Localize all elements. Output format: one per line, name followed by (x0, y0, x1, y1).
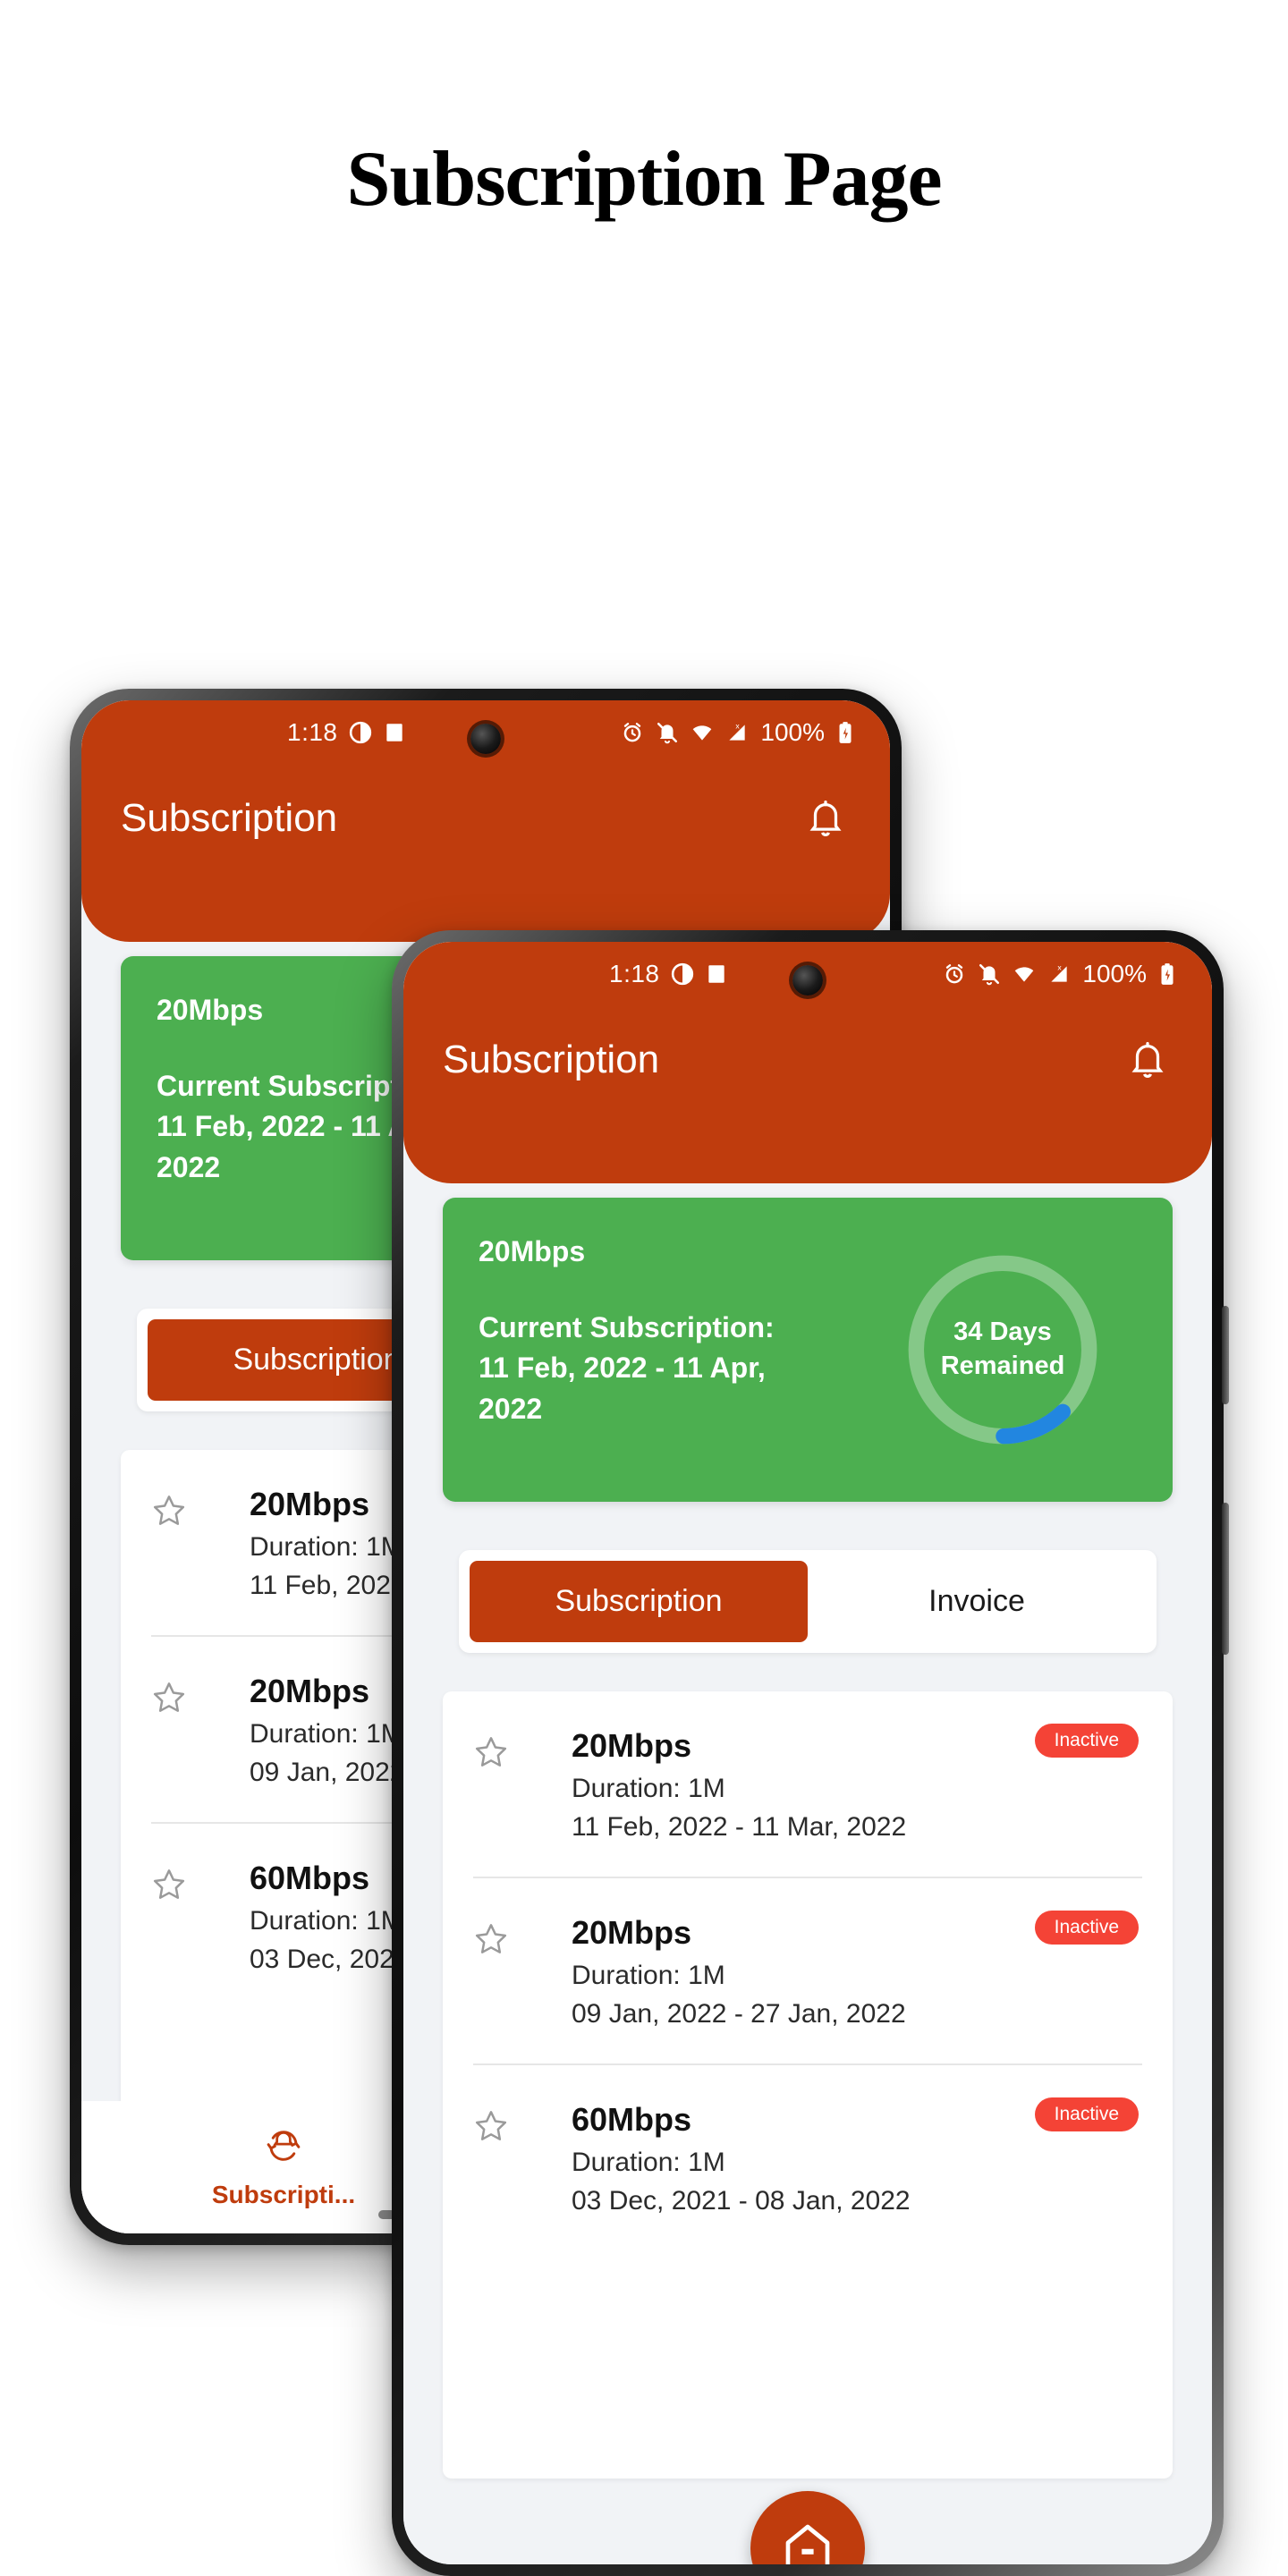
summary-speed-front: 20Mbps (479, 1235, 586, 1267)
bell-icon[interactable] (801, 793, 851, 843)
star-outline-icon[interactable] (151, 1860, 250, 1902)
status-badge: Inactive (1034, 2097, 1139, 2132)
app-bar-back: Subscription (81, 765, 890, 872)
notifications-off-icon (656, 721, 679, 744)
appbar-container-back: 1:18 x 100% Subscription (81, 700, 890, 942)
progress-ring-container-front: 34 Days Remained (869, 1246, 1137, 1453)
tab-invoice-front[interactable]: Invoice (808, 1561, 1146, 1642)
row-duration: Duration: 1M (572, 2148, 725, 2178)
nav-label-subscription: Subscripti... (211, 2180, 356, 2208)
ring-label-front: 34 Days Remained (899, 1246, 1106, 1453)
subscription-renew-icon (264, 2126, 303, 2172)
app-bar-title-back: Subscription (121, 796, 338, 840)
bell-icon[interactable] (1123, 1035, 1173, 1085)
table-row[interactable]: 60Mbps Duration: 1M 03 Dec, 2021 - 08 Ja… (473, 2065, 1142, 2250)
screenshot-icon (705, 962, 728, 986)
star-outline-icon[interactable] (473, 1914, 572, 1957)
star-outline-icon[interactable] (473, 2101, 572, 2144)
svg-text:x: x (1058, 963, 1063, 972)
row-duration: Duration: 1M (572, 1961, 725, 1991)
wifi-icon (691, 721, 714, 744)
screenshot-icon (383, 721, 406, 744)
camera-punch-hole-back (470, 724, 501, 754)
days-remained-ring-front: 34 Days Remained (899, 1246, 1106, 1453)
star-outline-icon[interactable] (473, 1727, 572, 1770)
summary-label-line1-front: Current Subscription: (479, 1311, 775, 1343)
signal-off-icon: x (1047, 962, 1071, 986)
subscription-list-front: 20Mbps Duration: 1M 11 Feb, 2022 - 11 Ma… (443, 1691, 1173, 2479)
status-bar-left-back: 1:18 (287, 718, 406, 747)
signal-off-icon: x (725, 721, 749, 744)
alarm-icon (621, 721, 644, 744)
star-outline-icon[interactable] (151, 1486, 250, 1529)
svg-text:x: x (736, 722, 741, 731)
summary-label-line3-front: 2022 (479, 1392, 543, 1425)
status-badge: Inactive (1034, 1724, 1139, 1758)
ring-remained-front: Remained (940, 1352, 1065, 1380)
notifications-off-icon (978, 962, 1001, 986)
app-screen-front: 1:18 x 100% Subscription 20Mbps Current … (403, 942, 1212, 2564)
status-bar-back: 1:18 x 100% (81, 700, 890, 765)
row-duration: Duration: 1M (572, 1774, 725, 1803)
appbar-container-front: 1:18 x 100% Subscription (403, 942, 1212, 1183)
tab-bar-front: Subscription Invoice (459, 1550, 1157, 1653)
ring-days-front: 34 Days (953, 1318, 1052, 1347)
battery-percent-back: 100% (760, 718, 825, 746)
page-title: Subscription Page (346, 136, 942, 223)
status-time-front: 1:18 (609, 960, 660, 987)
app-bar-front: Subscription (403, 1006, 1212, 1114)
table-row[interactable]: 20Mbps Duration: 1M 09 Jan, 2022 - 27 Ja… (473, 1878, 1142, 2066)
wifi-icon (1013, 962, 1036, 986)
tab-subscription-front[interactable]: Subscription (470, 1561, 808, 1642)
battery-percent-front: 100% (1082, 960, 1147, 987)
status-time-back: 1:18 (287, 718, 338, 746)
battery-charging-icon (836, 721, 854, 744)
status-badge: Inactive (1034, 1911, 1139, 1945)
home-fab-button[interactable] (750, 2491, 865, 2564)
status-bar-right-back: x 100% (621, 718, 854, 747)
star-outline-icon[interactable] (151, 1673, 250, 1716)
table-row[interactable]: 20Mbps Duration: 1M 11 Feb, 2022 - 11 Ma… (473, 1691, 1142, 1879)
power-button-front[interactable] (1222, 1306, 1229, 1404)
home-icon (778, 2517, 837, 2564)
row-range: 11 Feb, 2022 - 11 Mar, 2022 (572, 1811, 907, 1842)
status-bar-right-front: x 100% (943, 960, 1176, 988)
camera-punch-hole-front (792, 965, 823, 996)
alarm-icon (943, 962, 966, 986)
volume-button-front[interactable] (1222, 1503, 1229, 1655)
dnd-icon (349, 721, 372, 744)
status-bar-front: 1:18 x 100% (403, 942, 1212, 1006)
phone-mockup-front: 1:18 x 100% Subscription 20Mbps Current … (392, 930, 1229, 2576)
app-bar-title-front: Subscription (443, 1038, 660, 1081)
current-subscription-card-front: 20Mbps Current Subscription: 11 Feb, 202… (443, 1198, 1173, 1502)
summary-text-front: 20Mbps Current Subscription: 11 Feb, 202… (479, 1235, 869, 1429)
dnd-icon (671, 962, 694, 986)
status-bar-left-front: 1:18 (609, 960, 728, 988)
summary-label-line2-front: 11 Feb, 2022 - 11 Apr, (479, 1352, 766, 1385)
battery-charging-icon (1158, 962, 1176, 986)
summary-label-front: Current Subscription: 11 Feb, 2022 - 11 … (479, 1308, 869, 1429)
row-range: 09 Jan, 2022 - 27 Jan, 2022 (572, 1998, 906, 2029)
phone-screen-front: 1:18 x 100% Subscription 20Mbps Current … (403, 942, 1212, 2564)
row-range: 03 Dec, 2021 - 08 Jan, 2022 (572, 2185, 911, 2216)
